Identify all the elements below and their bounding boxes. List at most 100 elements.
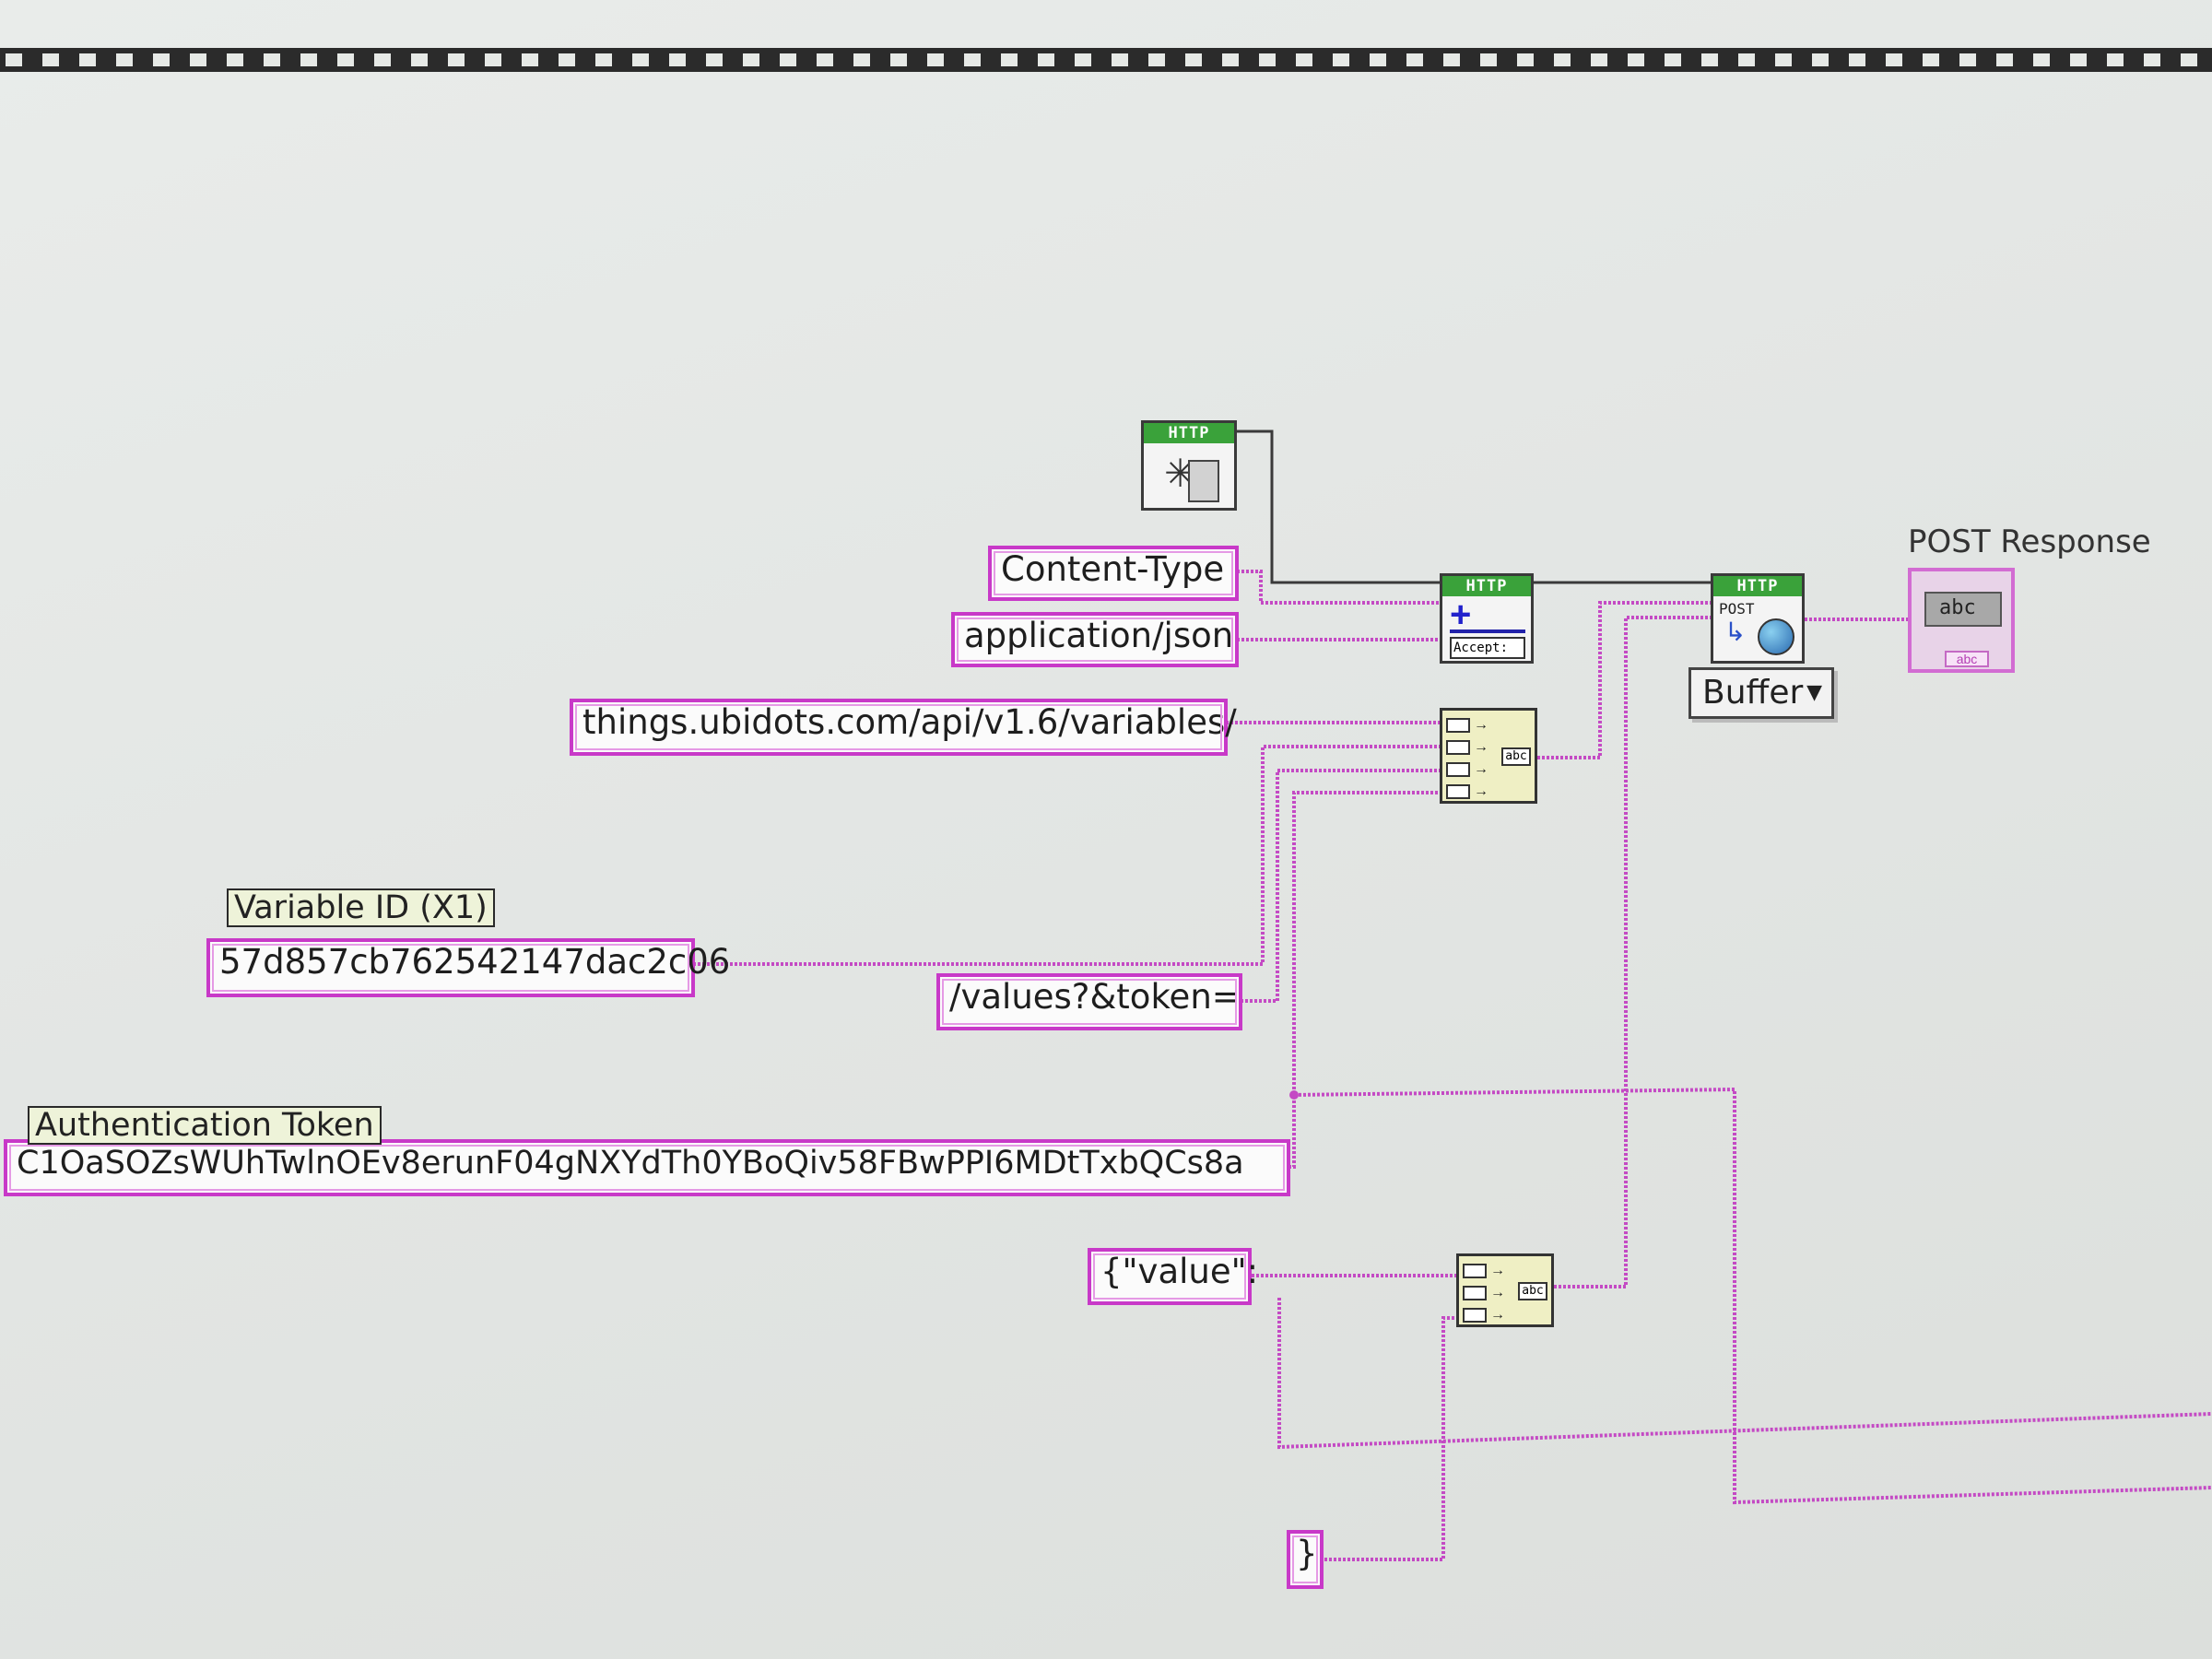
frame-border[interactable] [0,48,2212,72]
frame-border-hole [264,53,280,66]
concat-input-row [1463,1264,1487,1278]
frame-border-hole [632,53,649,66]
frame-border-hole [1001,53,1018,66]
chevron-down-icon: ▼ [1806,681,1822,704]
frame-border-hole [927,53,944,66]
http-open-handle-node[interactable]: HTTP ✳ [1141,420,1237,511]
close-brace-constant[interactable]: } [1287,1530,1324,1589]
frame-border-hole [2107,53,2124,66]
frame-border-hole [1923,53,1939,66]
wire-junction-dot [1289,1090,1299,1100]
frame-border-hole [1222,53,1239,66]
reference-wires[interactable] [1235,429,1712,584]
frame-border-hole [1812,53,1829,66]
wire-ref-open-to-header [1235,429,1440,584]
frame-border-hole [1406,53,1423,66]
frame-border-hole [1333,53,1349,66]
frame-border-hole [1849,53,1865,66]
frame-border-hole [1517,53,1534,66]
frame-border-hole [964,53,981,66]
frame-border-hole [595,53,612,66]
input-arrow-icon: → [1474,717,1488,733]
indicator-display: abc [1924,592,2002,627]
application-json-constant[interactable]: application/json [951,612,1239,667]
concatenate-strings-url-node[interactable]: → → → → abc [1440,708,1537,804]
header-bar [1450,629,1525,633]
input-arrow-icon: → [1490,1285,1505,1300]
value-open-constant[interactable]: {"value": [1088,1248,1258,1305]
concat-output-icon: abc [1518,1282,1547,1300]
auth-token-constant[interactable]: C1OaSOZsWUhTwlnOEv8erunF04gNXYdTh0YBoQiv… [4,1139,1290,1196]
content-type-constant[interactable]: Content-Type [988,546,1239,601]
frame-border-hole [1075,53,1091,66]
frame-border-hole [227,53,243,66]
globe-icon [1758,618,1794,655]
frame-border-hole [116,53,133,66]
frame-border-bar [0,48,2212,72]
input-arrow-icon: → [1490,1263,1505,1278]
frame-border-hole [1112,53,1128,66]
frame-border-hole [743,53,759,66]
variable-id-constant[interactable]: 57d857cb762542147dac2c06 [206,938,730,997]
frame-border-hole [1738,53,1755,66]
frame-border-hole [1038,53,1054,66]
frame-border-hole [1554,53,1571,66]
buffer-select-value: Buffer [1702,674,1804,712]
post-sublabel: POST [1719,600,1755,618]
frame-border-hole [706,53,723,66]
frame-border-hole [1148,53,1165,66]
input-arrow-icon: → [1474,739,1488,755]
frame-border-hole [1886,53,1902,66]
frame-border-hole [1296,53,1312,66]
frame-border-hole [374,53,391,66]
frame-border-hole [485,53,501,66]
frame-border-hole [1996,53,2013,66]
concatenate-strings-body-node[interactable]: → → → abc [1456,1253,1554,1327]
values-token-constant[interactable]: /values?&token= [936,973,1242,1030]
frame-border-hole [1775,53,1792,66]
post-response-indicator[interactable]: abc abc [1908,568,2015,673]
frame-border-hole [1591,53,1607,66]
frame-border-hole [1959,53,1976,66]
http-post-node[interactable]: HTTP POST ↳ [1711,573,1805,664]
frame-border-hole [6,53,22,66]
frame-border-hole [1185,53,1202,66]
add-icon: + [1450,594,1472,635]
http-band-label: HTTP [1144,423,1234,443]
frame-border-hole [2070,53,2087,66]
concat-input-row [1446,740,1470,755]
frame-border-hole [522,53,538,66]
frame-border-hole [890,53,907,66]
frame-border-hole [300,53,317,66]
frame-border-hole [817,53,833,66]
frame-border-hole [853,53,870,66]
wires-layer [0,48,2212,1561]
post-response-label: POST Response [1908,524,2151,560]
frame-border-hole [1480,53,1497,66]
frame-border-hole [1259,53,1276,66]
concat-input-row [1446,762,1470,777]
concat-input-row [1446,784,1470,799]
string-type-tag: abc [1945,651,1989,667]
buffer-select[interactable]: Buffer ▼ [1688,667,1834,719]
frame-border-hole [153,53,170,66]
http-band-label: HTTP [1442,576,1531,596]
document-icon [1188,460,1219,502]
frame-border-hole [42,53,59,66]
frame-border-hole [2181,53,2197,66]
frame-border-hole [190,53,206,66]
frame-border-hole [780,53,796,66]
frame-border-hole [2144,53,2160,66]
frame-border-hole [448,53,465,66]
concat-output-icon: abc [1501,747,1531,766]
frame-border-hole [559,53,575,66]
wire-content-type [1237,570,1440,605]
http-add-header-node[interactable]: HTTP + Accept: [1440,573,1534,664]
input-arrow-icon: → [1474,783,1488,799]
concat-input-row [1463,1308,1487,1323]
frame-border-hole [2033,53,2050,66]
frame-border-hole [1628,53,1644,66]
frame-border-hole [79,53,96,66]
base-url-constant[interactable]: things.ubidots.com/api/v1.6/variables/ [570,699,1237,756]
frame-border-hole [1701,53,1718,66]
